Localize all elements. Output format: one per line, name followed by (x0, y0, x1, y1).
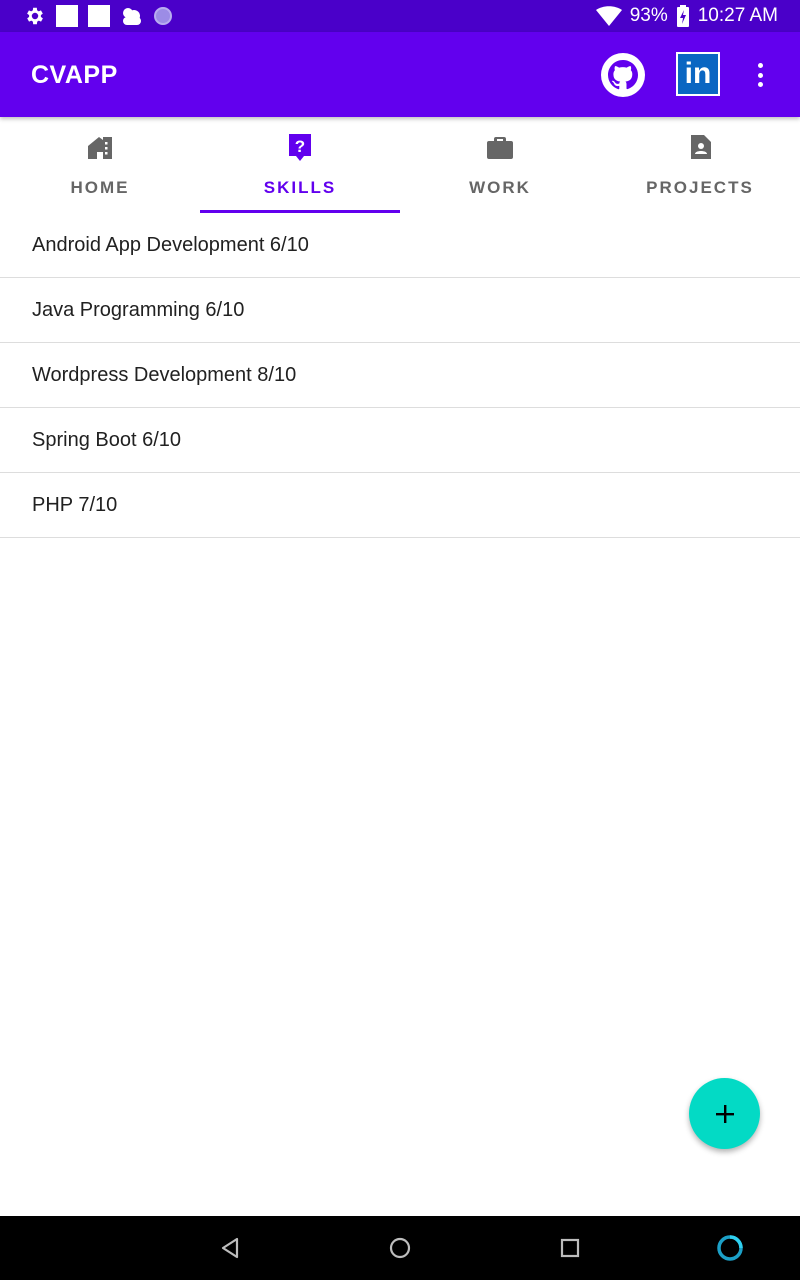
tab-label: SKILLS (263, 178, 337, 197)
list-item[interactable]: PHP 7/10 (0, 473, 800, 538)
briefcase-icon (487, 137, 513, 159)
cloud-icon (123, 8, 141, 25)
tab-label: PROJECTS (646, 178, 754, 197)
wifi-icon (595, 6, 622, 26)
svg-text:?: ? (295, 137, 305, 156)
add-icon (715, 1104, 734, 1123)
list-item[interactable]: Java Programming 6/10 (0, 278, 800, 343)
add-skill-button[interactable] (689, 1078, 760, 1149)
tab-bar: HOME ? SKILLS WORK PROJECTS (0, 117, 800, 213)
tab-skills[interactable]: ? SKILLS (200, 117, 400, 213)
clock: 10:27 AM (697, 5, 778, 26)
battery-level: 93% (629, 5, 668, 26)
assistant-icon[interactable] (714, 1232, 746, 1264)
help-icon: ? (289, 134, 311, 161)
tab-projects[interactable]: PROJECTS (600, 117, 800, 213)
github-button[interactable] (601, 53, 645, 97)
linkedin-icon: in (684, 57, 712, 90)
status-bar: 93% 10:27 AM (0, 0, 800, 32)
tab-work[interactable]: WORK (400, 117, 600, 213)
notification-square-icon (56, 5, 78, 27)
settings-icon (27, 7, 43, 25)
more-options-button[interactable] (748, 60, 772, 90)
tab-label: HOME (70, 178, 130, 197)
github-icon (601, 53, 645, 97)
tab-label: WORK (469, 178, 531, 197)
list-item[interactable]: Android App Development 6/10 (0, 213, 800, 278)
list-item[interactable]: Spring Boot 6/10 (0, 408, 800, 473)
battery-charging-icon (676, 5, 689, 27)
document-icon (691, 135, 711, 159)
home-circle-icon[interactable] (384, 1232, 416, 1264)
app-title: CVAPP (31, 61, 118, 89)
back-icon[interactable] (214, 1232, 246, 1264)
linkedin-button[interactable]: in (676, 52, 720, 96)
list-item[interactable]: Wordpress Development 8/10 (0, 343, 800, 408)
notification-square-icon (88, 5, 110, 27)
circle-icon (154, 7, 172, 25)
home-icon (88, 137, 112, 159)
tab-home[interactable]: HOME (0, 117, 200, 213)
system-nav-bar (0, 1216, 800, 1280)
recents-icon[interactable] (554, 1232, 586, 1264)
skills-list: Android App Development 6/10 Java Progra… (0, 213, 800, 538)
app-bar: CVAPP in (0, 32, 800, 117)
more-vert-icon (757, 63, 763, 68)
